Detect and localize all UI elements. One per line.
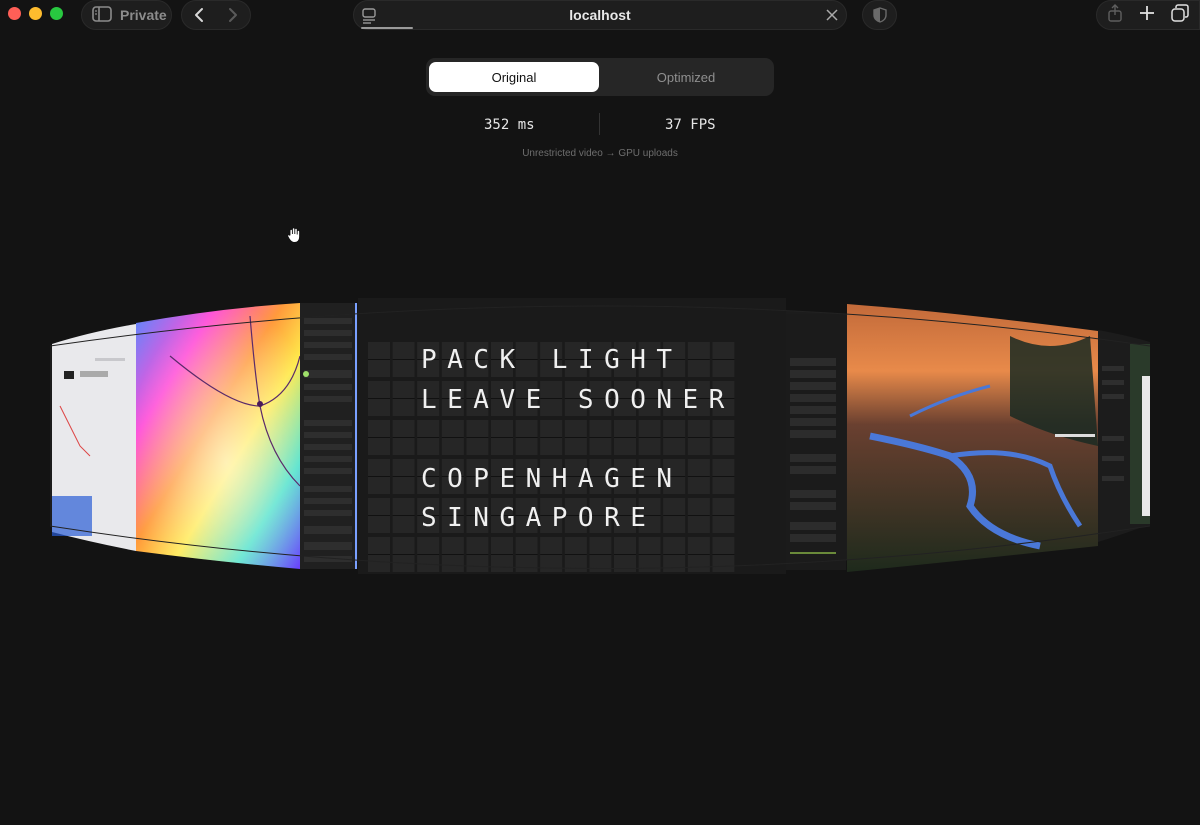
new-tab-icon[interactable]	[1139, 5, 1155, 26]
page: Private localhost Original Optimized 352…	[0, 0, 1200, 825]
pipeline-caption: Unrestricted video → GPU uploads	[522, 148, 678, 159]
private-label: Private	[120, 7, 167, 23]
window-controls	[8, 7, 63, 20]
close-window-button[interactable]	[8, 7, 21, 20]
browser-toolbar: Private localhost	[0, 0, 1200, 30]
privacy-report-button[interactable]	[862, 0, 897, 30]
mode-toggle: Original Optimized	[426, 58, 774, 96]
address-bar[interactable]: localhost	[353, 0, 847, 30]
fps-readout: 37 FPS	[665, 117, 716, 133]
flap-line-4: SINGAPORE	[421, 503, 657, 533]
optimized-tab[interactable]: Optimized	[601, 62, 771, 92]
chevron-right-icon	[229, 8, 237, 22]
sidebar-private-button[interactable]: Private	[81, 0, 172, 30]
share-icon[interactable]	[1107, 3, 1123, 27]
zoom-window-button[interactable]	[50, 7, 63, 20]
flap-line-1: PACK LIGHT	[421, 345, 683, 375]
latency-readout: 352 ms	[484, 117, 535, 133]
split-flap-text: PACK LIGHT LEAVE SOONER COPENHAGEN SINGA…	[415, 341, 791, 541]
page-load-progress	[361, 27, 413, 29]
shield-icon	[872, 7, 887, 23]
navigation-buttons	[181, 0, 251, 30]
original-tab[interactable]: Original	[429, 62, 599, 92]
chevron-left-icon	[195, 8, 203, 22]
tab-overview-icon[interactable]	[1171, 3, 1189, 27]
grab-cursor-icon	[286, 226, 304, 249]
back-button[interactable]	[184, 2, 214, 28]
forward-button[interactable]	[218, 2, 248, 28]
close-tab-icon[interactable]	[824, 7, 840, 23]
flap-line-3: COPENHAGEN	[421, 464, 683, 494]
page-menu-icon[interactable]	[362, 8, 376, 27]
split-flap-controls	[786, 314, 846, 570]
minimize-window-button[interactable]	[29, 7, 42, 20]
flap-line-2: LEAVE SOONER	[421, 385, 735, 415]
toolbar-actions	[1096, 0, 1200, 30]
panel-carousel[interactable]: PACK LIGHT LEAVE SOONER COPENHAGEN SINGA…	[50, 296, 1150, 581]
sidebar-icon	[92, 5, 112, 25]
stats-divider	[599, 113, 600, 135]
url-text: localhost	[569, 7, 631, 23]
